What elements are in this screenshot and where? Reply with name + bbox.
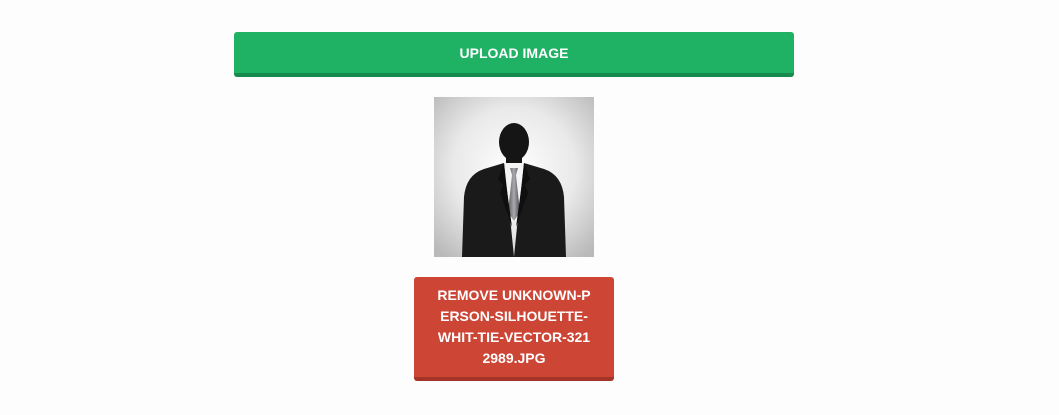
upload-image-label: UPLOAD IMAGE	[459, 44, 569, 61]
upload-image-button[interactable]: UPLOAD IMAGE	[234, 32, 794, 77]
image-preview	[434, 97, 594, 257]
person-silhouette-icon	[434, 97, 594, 257]
remove-image-label: REMOVE UNKNOWN-PERSON-SILHOUETTE-WHIT-TI…	[437, 287, 591, 366]
remove-image-button[interactable]: REMOVE UNKNOWN-PERSON-SILHOUETTE-WHIT-TI…	[414, 277, 614, 381]
